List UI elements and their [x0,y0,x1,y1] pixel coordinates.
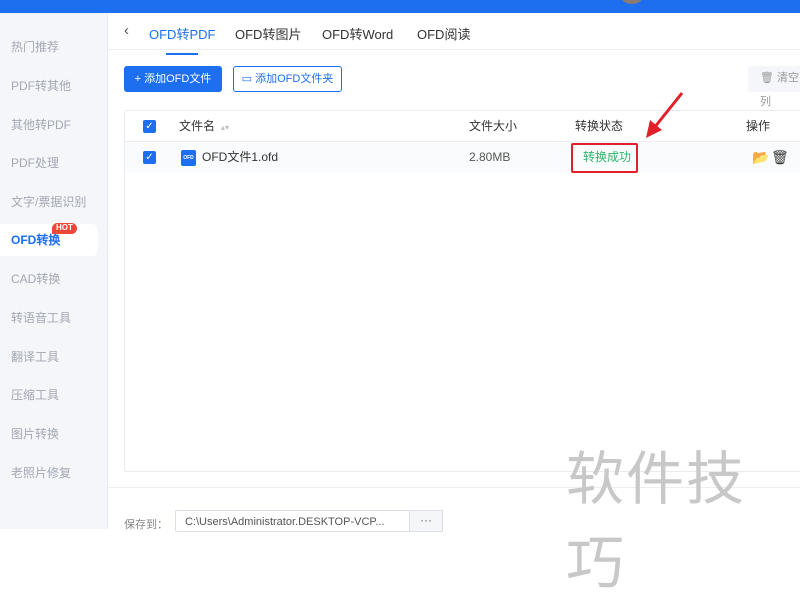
save-to-label: 保存到： [124,519,168,531]
table-row: ✓ OFD OFD文件1.ofd 2.80MB 转换成功 📂 🗑 [125,142,800,173]
sidebar-item-ofd[interactable]: OFD转换 HOT [0,223,98,256]
open-folder-icon[interactable]: 📂 [752,142,769,173]
sidebar-item-image[interactable]: 图片转换 [0,418,98,450]
sidebar-item-photo-repair[interactable]: 老照片修复 [0,457,98,489]
tab-ofd-to-word[interactable]: OFD转Word [322,24,393,43]
add-file-button[interactable]: + 添加OFD文件 [124,66,222,92]
annotation-arrow-icon [646,92,684,138]
tab-bar: ‹ OFD转PDF OFD转图片 OFD转Word OFD阅读 [108,13,800,55]
table-header: ✓ 文件名 ▴▾ 文件大小 转换状态 操作 [125,111,800,142]
sidebar-item-tts[interactable]: 转语音工具 [0,302,98,334]
add-folder-button[interactable]: ▭ 添加OFD文件夹 [233,66,342,92]
clear-list-button[interactable]: 🗑 清空列 [748,66,800,108]
sidebar-item-translate[interactable]: 翻译工具 [0,341,98,373]
sidebar-item-cad[interactable]: CAD转换 [0,263,98,295]
file-size: 2.80MB [469,150,511,164]
folder-icon: ▭ [241,73,256,85]
tab-ofd-to-pdf[interactable]: OFD转PDF [149,24,215,55]
title-bar [0,0,800,13]
highlight-box [571,143,638,173]
tab-ofd-read[interactable]: OFD阅读 [417,24,470,43]
sidebar-item-label: OFD转换 [11,233,61,247]
sidebar-item-pdf-process[interactable]: PDF处理 [0,147,98,179]
add-file-label: 添加OFD文件 [144,73,212,85]
plus-icon: + [134,73,145,85]
sidebar: 热门推荐 PDF转其他 其他转PDF PDF处理 文字/票据识别 OFD转换 HO… [0,13,108,529]
sidebar-item-compress[interactable]: 压缩工具 [0,379,98,411]
header-name[interactable]: 文件名 [179,119,215,133]
watermark: 软件技巧 [566,445,747,597]
sort-icon[interactable]: ▴▾ [221,123,229,132]
avatar[interactable] [622,0,642,4]
sidebar-item-ocr[interactable]: 文字/票据识别 [0,186,98,218]
ofd-file-icon: OFD [181,150,196,166]
trash-icon: 🗑 [760,72,778,84]
select-all-checkbox[interactable]: ✓ [143,120,156,133]
sidebar-item-pdf-to-other[interactable]: PDF转其他 [0,70,98,102]
delete-icon[interactable]: 🗑 [771,142,789,173]
header-action: 操作 [746,119,771,133]
file-name: OFD文件1.ofd [202,150,279,164]
header-size: 文件大小 [469,119,518,133]
sidebar-item-hot[interactable]: 热门推荐 [0,31,98,63]
header-status: 转换状态 [575,119,624,133]
add-folder-label: 添加OFD文件夹 [255,73,334,85]
hot-badge: HOT [52,223,77,234]
sidebar-item-other-to-pdf[interactable]: 其他转PDF [0,109,98,141]
row-checkbox[interactable]: ✓ [143,151,156,164]
back-icon[interactable]: ‹ [124,22,129,39]
tab-ofd-to-image[interactable]: OFD转图片 [235,24,301,43]
file-table: ✓ 文件名 ▴▾ 文件大小 转换状态 操作 ✓ OFD OFD文件1.ofd 2.… [124,110,800,472]
